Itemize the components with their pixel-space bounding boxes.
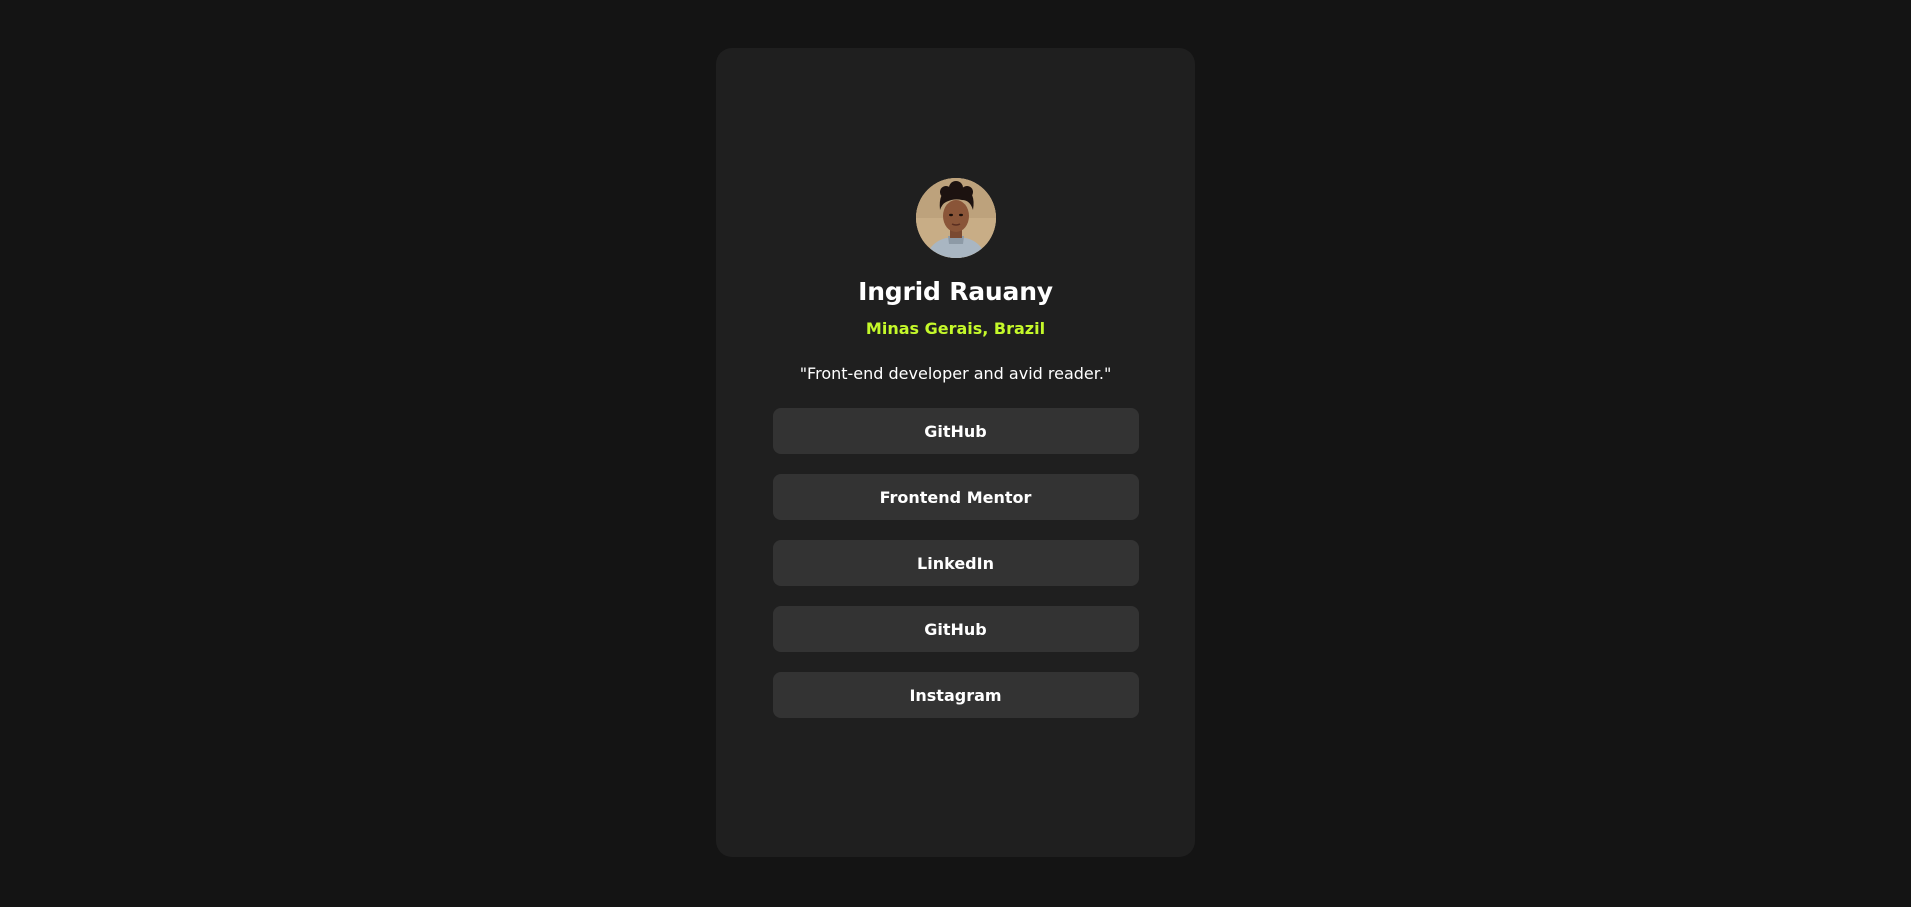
profile-location: Minas Gerais, Brazil (865, 319, 1046, 338)
profile-bio: "Front-end developer and avid reader." (799, 364, 1112, 383)
avatar (915, 178, 996, 258)
github-link-button-secondary[interactable]: GitHub (772, 606, 1139, 652)
profile-name: Ingrid Rauany (858, 277, 1053, 306)
profile-card: Ingrid Rauany Minas Gerais, Brazil "Fron… (716, 48, 1195, 857)
social-links: GitHub Frontend Mentor LinkedIn GitHub I… (772, 408, 1139, 718)
github-link-button[interactable]: GitHub (772, 408, 1139, 454)
frontend-mentor-link-button[interactable]: Frontend Mentor (772, 474, 1139, 520)
page: Ingrid Rauany Minas Gerais, Brazil "Fron… (0, 0, 1911, 907)
instagram-link-button[interactable]: Instagram (772, 672, 1139, 718)
linkedin-link-button[interactable]: LinkedIn (772, 540, 1139, 586)
avatar-photo (915, 178, 996, 258)
